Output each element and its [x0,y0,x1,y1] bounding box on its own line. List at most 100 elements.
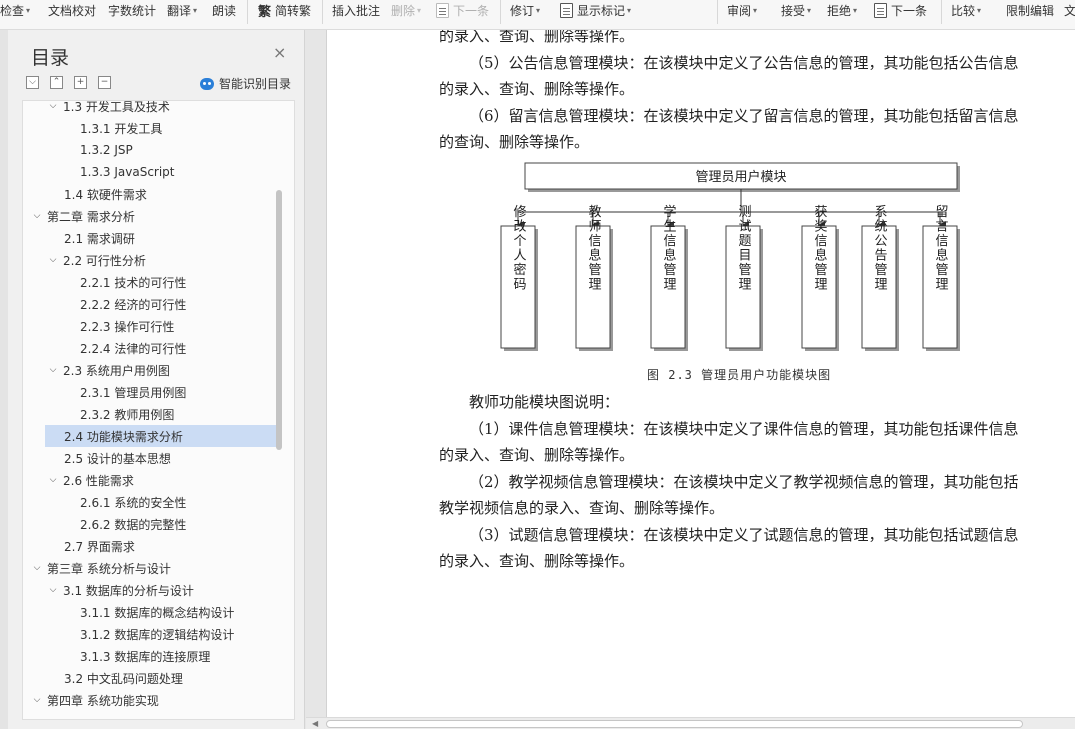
toolbar-button-5[interactable]: 繁简转繁 [258,0,311,20]
toc-item[interactable]: ⌵ 第三章 系统分析与设计 [23,557,278,579]
toolbar-separator [500,0,501,24]
toolbar-button-label: 文档校对 [48,3,97,18]
toc-item-label: 3.1 数据库的分析与设计 [63,583,194,598]
toolbar-button-label: 修订 [510,3,535,18]
module-box-label: 获奖信息管理 [812,205,828,292]
paragraph-line: （1）课件信息管理模块：在该模块中定义了课件信息的管理，其功能包括课件信息 [469,419,1019,438]
toolbar-button-15[interactable]: 比较 ▾ [951,0,981,20]
toolbar-button-0[interactable]: 检查 ▾ [0,0,30,20]
paragraph-line: 的录入、查询、删除等操作。 [439,552,635,570]
toolbar-button-4[interactable]: 朗读 [212,0,236,20]
toc-item[interactable]: ⌵ 第四章 系统功能实现 [23,689,278,711]
toc-item[interactable]: 2.2.2 经济的可行性 [23,293,278,315]
document-page[interactable]: 管理员用户模块 修改个人密码 教师信息管理 学生信息管理 测试题目管理 获奖信息管理 系统公… [326,30,1075,717]
chevron-down-icon[interactable]: ⌵ [31,695,43,705]
toc-item-label: 3.2 中文乱码问题处理 [64,671,183,686]
toolbar-button-label: 审阅 [727,3,752,18]
toc-item[interactable]: ⌵ 2.3 系统用户用例图 [23,359,278,381]
toc-item[interactable]: 2.2.4 法律的可行性 [23,337,278,359]
toc-item[interactable]: 3.2 中文乱码问题处理 [23,667,278,689]
toolbar-button-11[interactable]: 审阅 ▾ [727,0,757,20]
toolbar-button-6[interactable]: 插入批注 [332,0,380,20]
toc-item[interactable]: 3.1.1 数据库的概念结构设计 [23,601,278,623]
toolbar-button-label: 接受 [781,3,806,18]
toolbar-button-3[interactable]: 翻译 ▾ [167,0,197,20]
show-markup-icon [560,2,573,18]
toc-item-label: 1.3.2 JSP [80,143,133,157]
toc-item[interactable]: 2.7 界面需求 [23,535,278,557]
toc-item[interactable]: ⌵ 2.6 性能需求 [23,469,278,491]
module-box-label: 修改个人密码 [511,205,527,292]
toolbar-button-label: 检查 [0,3,25,18]
toc-item-label: 第四章 系统功能实现 [47,693,159,708]
toc-item[interactable]: ⌵ 第二章 需求分析 [23,205,278,227]
toc-item[interactable]: 2.6.2 数据的完整性 [23,513,278,535]
toolbar-button-label: 显示标记 [577,3,626,18]
chevron-down-icon[interactable]: ⌵ [31,563,43,573]
chevron-down-icon[interactable]: ⌵ [47,101,59,111]
toc-item[interactable]: 1.3.3 JavaScript [23,161,278,183]
toc-item-label: 2.3.1 管理员用例图 [80,385,187,400]
smart-toc-label: 智能识别目录 [219,77,292,91]
toc-item[interactable]: ⌵ 3.1 数据库的分析与设计 [23,579,278,601]
toolbar-button-label: 限制编辑 [1006,3,1055,18]
toc-item[interactable]: ⌵ 1.3 开发工具及技术 [23,101,278,117]
toolbar-button-label: 简转繁 [275,3,312,18]
toolbar-button-1[interactable]: 文档校对 [48,0,96,20]
toc-item[interactable]: 2.2.1 技术的可行性 [23,271,278,293]
chevron-down-icon[interactable]: ⌵ [31,211,43,221]
toc-scrollbar[interactable] [276,190,282,450]
toc-item[interactable]: 3.1.3 数据库的连接原理 [23,645,278,667]
toc-item[interactable]: 1.3.1 开发工具 [23,117,278,139]
toolbar-button-14[interactable]: 下一条 [874,0,927,20]
toc-item[interactable]: 2.3.2 教师用例图 [23,403,278,425]
chevron-down-icon[interactable]: ⌵ [47,255,59,265]
chevron-down-icon[interactable]: ⌵ [47,585,59,595]
toc-item-label: 2.5 设计的基本思想 [64,451,171,466]
toc-item[interactable]: ⌵ 2.2 可行性分析 [23,249,278,271]
toolbar-button-2[interactable]: 字数统计 [108,0,156,20]
toc-item-label: 2.3 系统用户用例图 [63,363,170,378]
toc-item[interactable]: 2.1 需求调研 [23,227,278,249]
caret-down-icon: ▾ [417,5,422,15]
remove-heading-icon[interactable]: − [98,76,111,89]
robot-icon [200,77,214,90]
toolbar-button-13[interactable]: 拒绝 ▾ [827,0,857,20]
toc-item-label: 2.3.2 教师用例图 [80,407,175,422]
toc-item[interactable]: 2.4 功能模块需求分析 [45,425,277,447]
toc-item-label: 3.1.2 数据库的逻辑结构设计 [80,627,235,642]
scroll-left-icon[interactable]: ◀ [312,719,318,728]
collapse-all-icon[interactable]: ⌵ [26,76,39,89]
add-heading-icon[interactable]: + [74,76,87,89]
module-box-label: 教师信息管理 [586,204,602,292]
toolbar-button-17[interactable]: 文 [1064,0,1075,20]
toc-item[interactable]: 3.1.2 数据库的逻辑结构设计 [23,623,278,645]
expand-up-icon[interactable]: ⌃ [50,76,63,89]
toc-item[interactable]: 1.4 软硬件需求 [23,183,278,205]
toc-item[interactable]: 2.5 设计的基本思想 [23,447,278,469]
toolbar-button-label: 文 [1064,3,1075,18]
toolbar-button-16[interactable]: 限制编辑 [1006,0,1054,20]
toc-item[interactable]: 2.3.1 管理员用例图 [23,381,278,403]
toolbar-button-12[interactable]: 接受 ▾ [781,0,811,20]
chevron-down-icon[interactable]: ⌵ [47,365,59,375]
root-box-label: 管理员用户模块 [695,169,786,185]
toc-item[interactable]: 1.3.2 JSP [23,139,278,161]
caret-down-icon: ▾ [627,5,632,15]
toc-item-label: 2.2.1 技术的可行性 [80,275,187,290]
toolbar-button-label: 插入批注 [332,3,381,18]
horizontal-scrollbar[interactable]: ◀ [306,717,1075,729]
toolbar-button-8[interactable]: 下一条 [436,0,489,20]
toc-item[interactable]: 2.6.1 系统的安全性 [23,491,278,513]
toolbar-separator [322,0,323,24]
toolbar-button-10[interactable]: 显示标记 ▾ [560,0,631,20]
scrollbar-thumb[interactable] [326,720,1023,728]
toc-item-label: 1.3.1 开发工具 [80,121,163,136]
toolbar-button-7[interactable]: 删除 ▾ [391,0,421,20]
close-icon[interactable]: × [273,45,286,61]
smart-toc-button[interactable]: 智能识别目录 [200,75,291,92]
chevron-down-icon[interactable]: ⌵ [47,475,59,485]
toolbar-button-9[interactable]: 修订 ▾ [510,0,540,20]
toc-item[interactable]: 2.2.3 操作可行性 [23,315,278,337]
caret-down-icon: ▾ [536,5,541,15]
